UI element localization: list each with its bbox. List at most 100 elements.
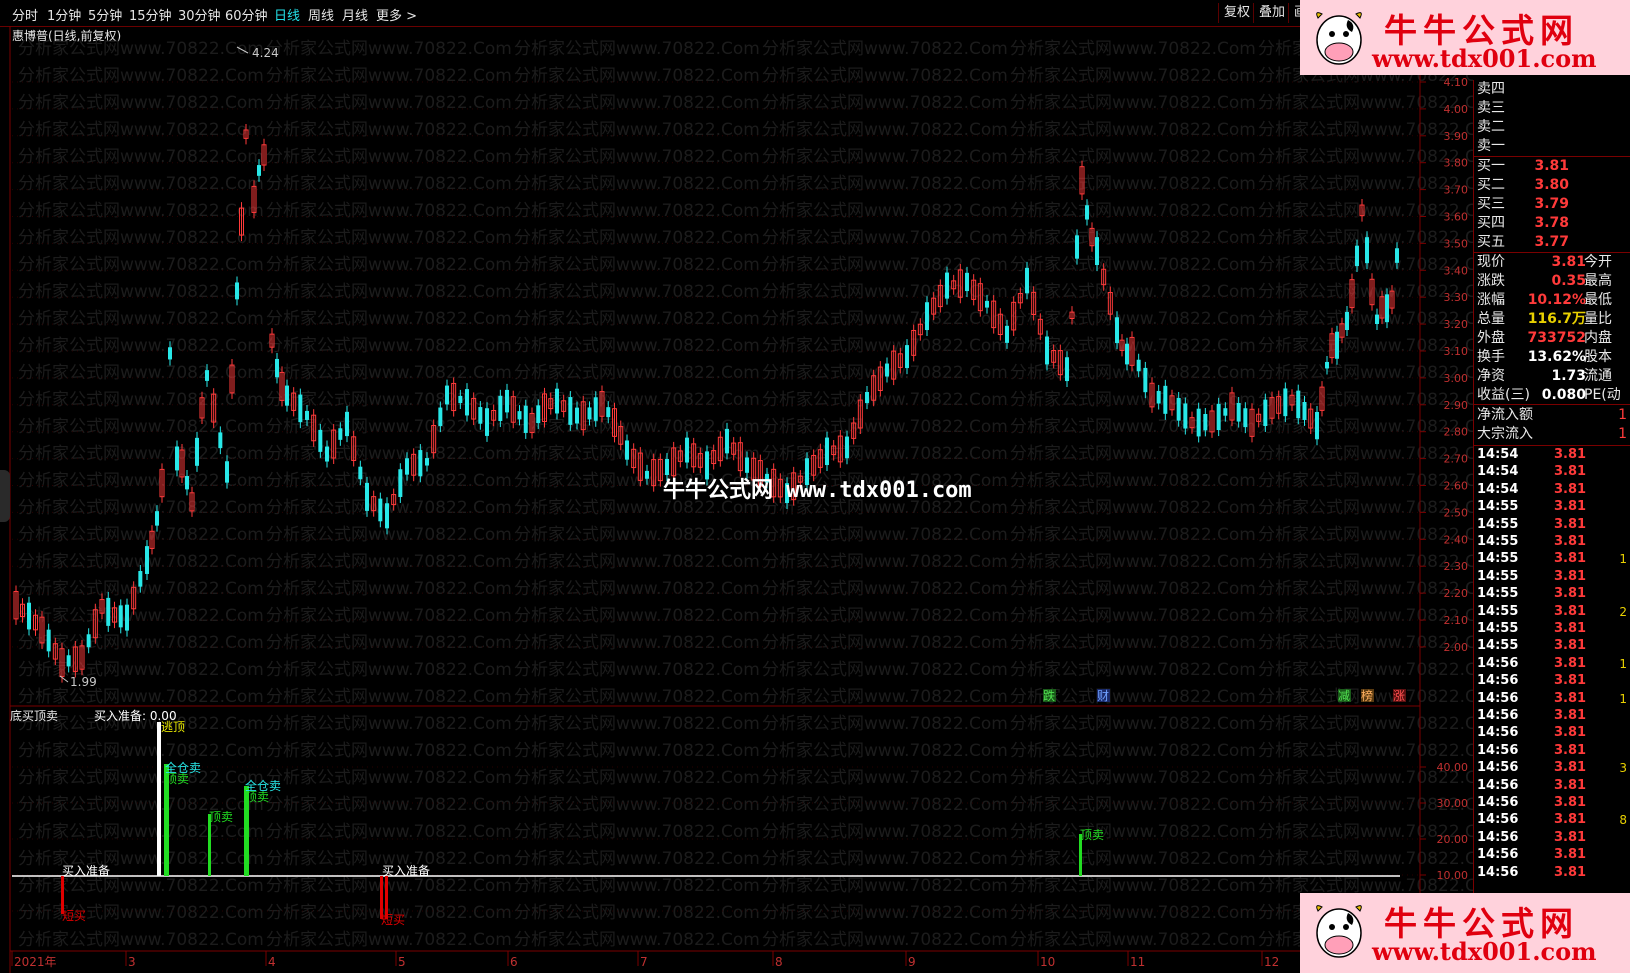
period-60min[interactable]: 60分钟 [225, 5, 268, 24]
candle-body [155, 511, 159, 526]
candle-body [485, 408, 489, 436]
watermark-text: 分析家公式网www.70822.Com [266, 687, 512, 707]
quote-stat-row: 换手 13.62% 股本 [1474, 348, 1630, 367]
quote-stat-value: 0.35 [1551, 273, 1586, 289]
watermark-text: 分析家公式网www.70822.Com [762, 606, 1008, 626]
period-monthly[interactable]: 月线 [342, 5, 368, 24]
watermark-text: 分析家公式网www.70822.Com [18, 336, 264, 356]
candle-body [865, 391, 869, 404]
quote-stat-label2: 最高 [1584, 273, 1612, 289]
tick-price: 3.81 [1554, 534, 1587, 549]
watermark-text: 分析家公式网www.70822.Com [514, 903, 760, 923]
watermark-text: 分析家公式网www.70822.Com [1010, 552, 1256, 572]
watermark-text: 分析家公式网www.70822.Com [18, 93, 264, 113]
price-tick-label: 2.90 [1444, 399, 1469, 412]
quote-stat-row: 总量 116.7万 量比 [1474, 310, 1630, 329]
candle-body [275, 358, 279, 378]
watermark-text: 分析家公式网www.70822.Com [1010, 309, 1256, 329]
watermark-text: 分析家公式网www.70822.Com [18, 687, 264, 707]
tick-row: 14:56 3.81 [1474, 672, 1630, 690]
candle-body [195, 437, 199, 466]
overlay-button[interactable]: 叠加 [1253, 3, 1290, 23]
side-collapse-handle[interactable] [0, 470, 10, 522]
period-15min[interactable]: 15分钟 [129, 5, 172, 24]
tick-row: 14:55 3.81 [1474, 620, 1630, 638]
watermark-text: 分析家公式网www.70822.Com [1258, 363, 1473, 383]
watermark-text: 分析家公式网www.70822.Com [18, 606, 264, 626]
signal-top-sell: 顶卖 [1080, 828, 1104, 842]
period-daily[interactable]: 日线 [274, 5, 300, 24]
watermark-text: 分析家公式网www.70822.Com [1010, 174, 1256, 194]
period-5min[interactable]: 5分钟 [88, 5, 122, 24]
tick-price: 3.81 [1554, 760, 1587, 776]
quote-stat-value: 1.73 [1551, 368, 1586, 384]
quote-stat-value: 10.12% [1527, 292, 1586, 308]
quote-stat-value: 733752 [1527, 330, 1586, 346]
high-label: 4.24 [252, 46, 279, 60]
tick-row: 14:55 3.81 [1474, 637, 1630, 655]
price-tick-label: 3.50 [1444, 237, 1469, 250]
quote-stat-row: 涨幅 10.12% 最低 [1474, 291, 1630, 310]
adjust-button[interactable]: 复权 [1218, 3, 1255, 23]
candle-body [593, 397, 598, 421]
watermark-text: 分析家公式网www.70822.Com [266, 120, 512, 140]
tick-price: 3.81 [1554, 829, 1587, 845]
period-more[interactable]: 更多 > [376, 5, 417, 24]
watermark-text: 分析家公式网www.70822.Com [514, 309, 760, 329]
watermark-text: 分析家公式网www.70822.Com [266, 795, 512, 815]
signal-buy-ready: 买入准备 [382, 864, 430, 878]
watermark-text: 分析家公式网www.70822.Com [762, 120, 1008, 140]
watermark-text: 分析家公式网www.70822.Com [1258, 174, 1473, 194]
watermark-text: 分析家公式网www.70822.Com [514, 93, 760, 113]
quote-stat-label2: 今开 [1584, 254, 1612, 270]
price-tick-label: 3.90 [1444, 130, 1469, 143]
watermark-text: 分析家公式网www.70822.Com [266, 309, 512, 329]
tick-row: 14:56 3.81 [1474, 846, 1630, 864]
watermark-text: 分析家公式网www.70822.Com [18, 228, 264, 248]
candle-body [1283, 388, 1288, 417]
quote-stat-label: 净资 [1477, 368, 1505, 384]
tick-price: 3.81 [1554, 551, 1587, 567]
period-1min[interactable]: 1分钟 [47, 5, 81, 24]
candle-body [1216, 403, 1221, 431]
period-minute[interactable]: 分时 [12, 5, 38, 24]
price-tick-label: 2.10 [1444, 614, 1469, 627]
buy-level-row: 买四 3.78 [1474, 214, 1630, 233]
watermark-text: 分析家公式网www.70822.Com [1258, 282, 1473, 302]
tick-time: 14:56 [1477, 725, 1519, 741]
buy-level-row: 买一 3.81 [1474, 157, 1630, 176]
watermark-text: 分析家公式网www.70822.Com [514, 336, 760, 356]
candle-body [1203, 413, 1208, 431]
candle-body [1395, 248, 1399, 263]
price-tick-label: 2.20 [1444, 587, 1469, 600]
price-tick-label: 3.30 [1444, 291, 1469, 304]
watermark-text: 分析家公式网www.70822.Com [1010, 282, 1256, 302]
period-30min[interactable]: 30分钟 [178, 5, 221, 24]
tick-row: 14:55 3.81 [1474, 568, 1630, 586]
watermark-text: 分析家公式网www.70822.Com [762, 768, 1008, 788]
tick-row: 14:56 3.81 [1474, 742, 1630, 760]
buy-level-price: 3.81 [1534, 158, 1569, 174]
fund-flow-row: 净流入额 1 [1474, 406, 1630, 425]
tick-time: 14:56 [1477, 708, 1519, 723]
price-tick-label: 2.80 [1444, 426, 1469, 439]
candle-body [606, 407, 611, 418]
watermark-text: 分析家公式网www.70822.Com [266, 579, 512, 599]
candle-body [418, 450, 423, 477]
watermark-text: 分析家公式网www.70822.Com [1258, 120, 1473, 140]
candle-body [925, 302, 929, 331]
price-tick-label: 2.30 [1444, 560, 1469, 573]
candle-body [1365, 237, 1369, 264]
quote-stat-row: 收益(三) 0.080 PE(动 [1474, 386, 1630, 405]
buy-level-row: 买三 3.79 [1474, 195, 1630, 214]
quote-stat-label: 涨幅 [1477, 292, 1505, 308]
watermark-text: 分析家公式网www.70822.Com [266, 660, 512, 680]
tick-price: 3.81 [1554, 464, 1587, 480]
period-weekly[interactable]: 周线 [308, 5, 334, 24]
candle-body [438, 407, 443, 427]
candle-body [1075, 235, 1079, 259]
watermark-text: 分析家公式网www.70822.Com [762, 39, 1008, 59]
watermark-text: 分析家公式网www.70822.Com [514, 66, 760, 86]
watermark-text: 分析家公式网www.70822.Com [266, 363, 512, 383]
watermark-text: 分析家公式网www.70822.Com [762, 309, 1008, 329]
